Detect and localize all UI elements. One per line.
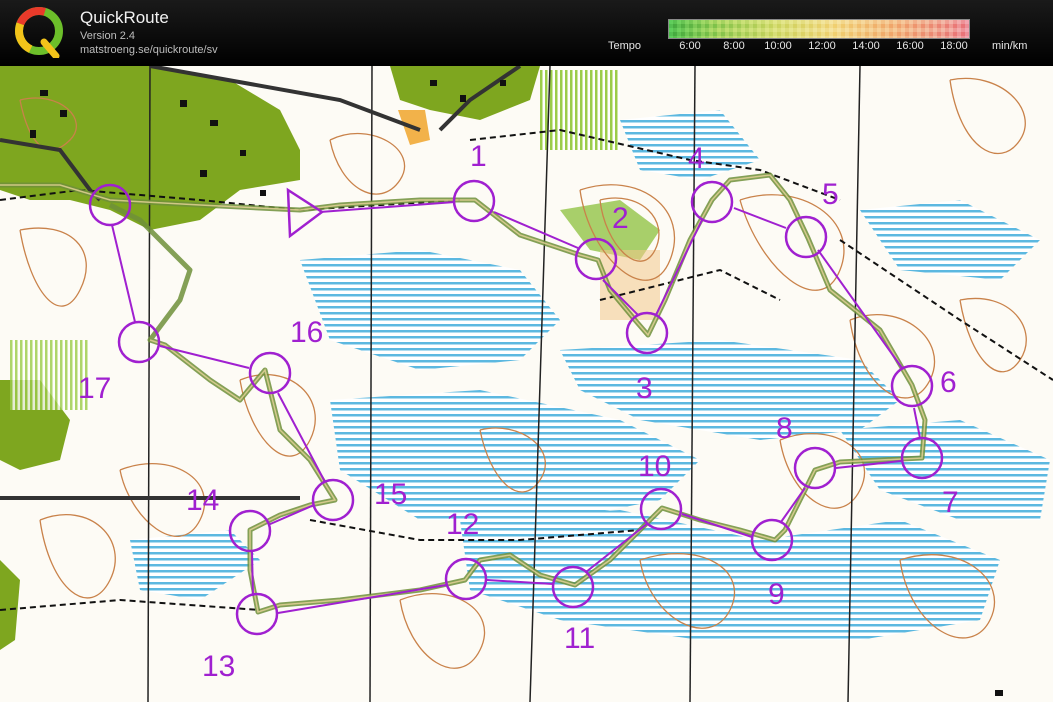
control-number: 15 [374,478,407,511]
orienteering-map[interactable]: 1 2 3 4 5 6 7 8 9 10 11 12 13 14 15 16 1… [0,66,1053,702]
tempo-tick: 18:00 [940,40,968,52]
control-number: 16 [290,316,323,349]
app-title: QuickRoute [80,8,169,27]
tempo-tick: 8:00 [723,40,745,52]
tempo-tick: 10:00 [764,40,792,52]
control-number: 4 [688,142,705,175]
app-version: Version 2.4 [80,30,136,42]
control-number: 11 [564,622,595,655]
header-bar: QuickRoute Version 2.4 matstroeng.se/qui… [0,0,1053,66]
tempo-tick: 14:00 [852,40,880,52]
control-number: 17 [78,372,111,405]
control-number: 7 [942,486,959,519]
control-number: 5 [822,178,839,211]
control-number: 2 [612,202,629,235]
quickroute-logo-icon [15,7,63,58]
tempo-tick: 6:00 [679,40,701,52]
control-number: 10 [638,450,671,483]
control-number: 14 [186,484,219,517]
control-number: 13 [202,650,235,683]
tempo-tick: 12:00 [808,40,836,52]
control-number: 8 [776,412,793,445]
control-number: 6 [940,366,957,399]
control-number: 3 [636,372,653,405]
control-number: 1 [470,140,487,173]
app-url: matstroeng.se/quickroute/sv [80,44,218,56]
control-number: 12 [446,508,479,541]
tempo-tick: 16:00 [896,40,924,52]
tempo-color-scale [668,19,970,39]
tempo-label: Tempo [608,40,642,52]
rough-open-area [540,70,620,150]
tempo-unit: min/km [992,40,1028,52]
control-number: 9 [768,578,785,611]
